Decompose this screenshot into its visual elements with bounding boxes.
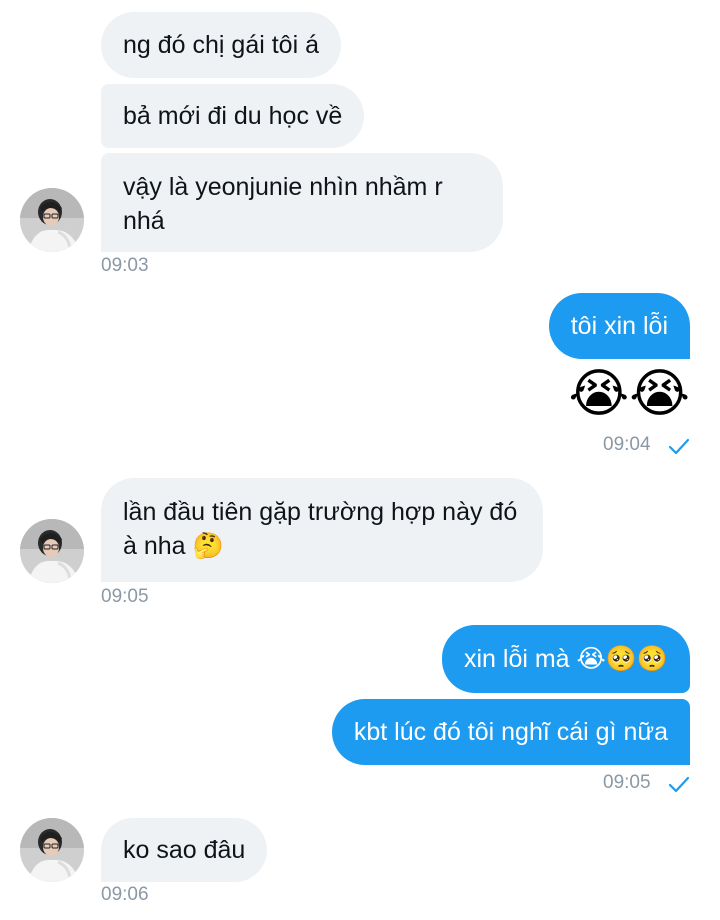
- checkmark-icon: [668, 438, 690, 455]
- message-text: tôi xin lỗi: [570, 312, 668, 340]
- timestamp: 09:05: [101, 586, 149, 607]
- message-bubble-received[interactable]: ko sao đâu: [101, 818, 268, 882]
- message-text: vậy là yeonjunie nhìn nhầm r nhá: [123, 173, 443, 235]
- message-bubble-received[interactable]: ng đó chị gái tôi á: [101, 12, 341, 78]
- avatar[interactable]: [20, 188, 84, 252]
- checkmark-icon: [668, 776, 690, 793]
- message-text: lần đầu tiên gặp trường hợp này đó à nha…: [123, 498, 518, 560]
- avatar[interactable]: [20, 818, 84, 882]
- user-avatar: [20, 188, 84, 252]
- timestamp: 09:06: [101, 884, 149, 905]
- message-text: kbt lúc đó tôi nghĩ cái gì nữa: [353, 718, 668, 746]
- message-text: ko sao đâu: [123, 836, 246, 864]
- message-bubble-sent[interactable]: tôi xin lỗi: [548, 293, 690, 359]
- avatar[interactable]: [20, 519, 84, 583]
- message-text: xin lỗi mà 😭🥺🥺: [463, 645, 668, 673]
- message-text: ng đó chị gái tôi á: [123, 31, 319, 59]
- message-bubble-received[interactable]: vậy là yeonjunie nhìn nhầm r nhá: [101, 153, 503, 252]
- message-bubble-received[interactable]: bả mới đi du học về: [101, 84, 365, 148]
- timestamp: 09:03: [101, 255, 149, 276]
- timestamp: 09:04: [603, 434, 651, 455]
- message-text: bả mới đi du học về: [123, 102, 343, 130]
- timestamp: 09:05: [603, 772, 651, 793]
- user-avatar: [20, 818, 84, 882]
- emoji-message[interactable]: 😭😭: [568, 364, 690, 424]
- message-bubble-received[interactable]: lần đầu tiên gặp trường hợp này đó à nha…: [101, 478, 543, 582]
- message-bubble-sent[interactable]: xin lỗi mà 😭🥺🥺: [441, 625, 690, 693]
- user-avatar: [20, 519, 84, 583]
- message-bubble-sent[interactable]: kbt lúc đó tôi nghĩ cái gì nữa: [331, 699, 690, 765]
